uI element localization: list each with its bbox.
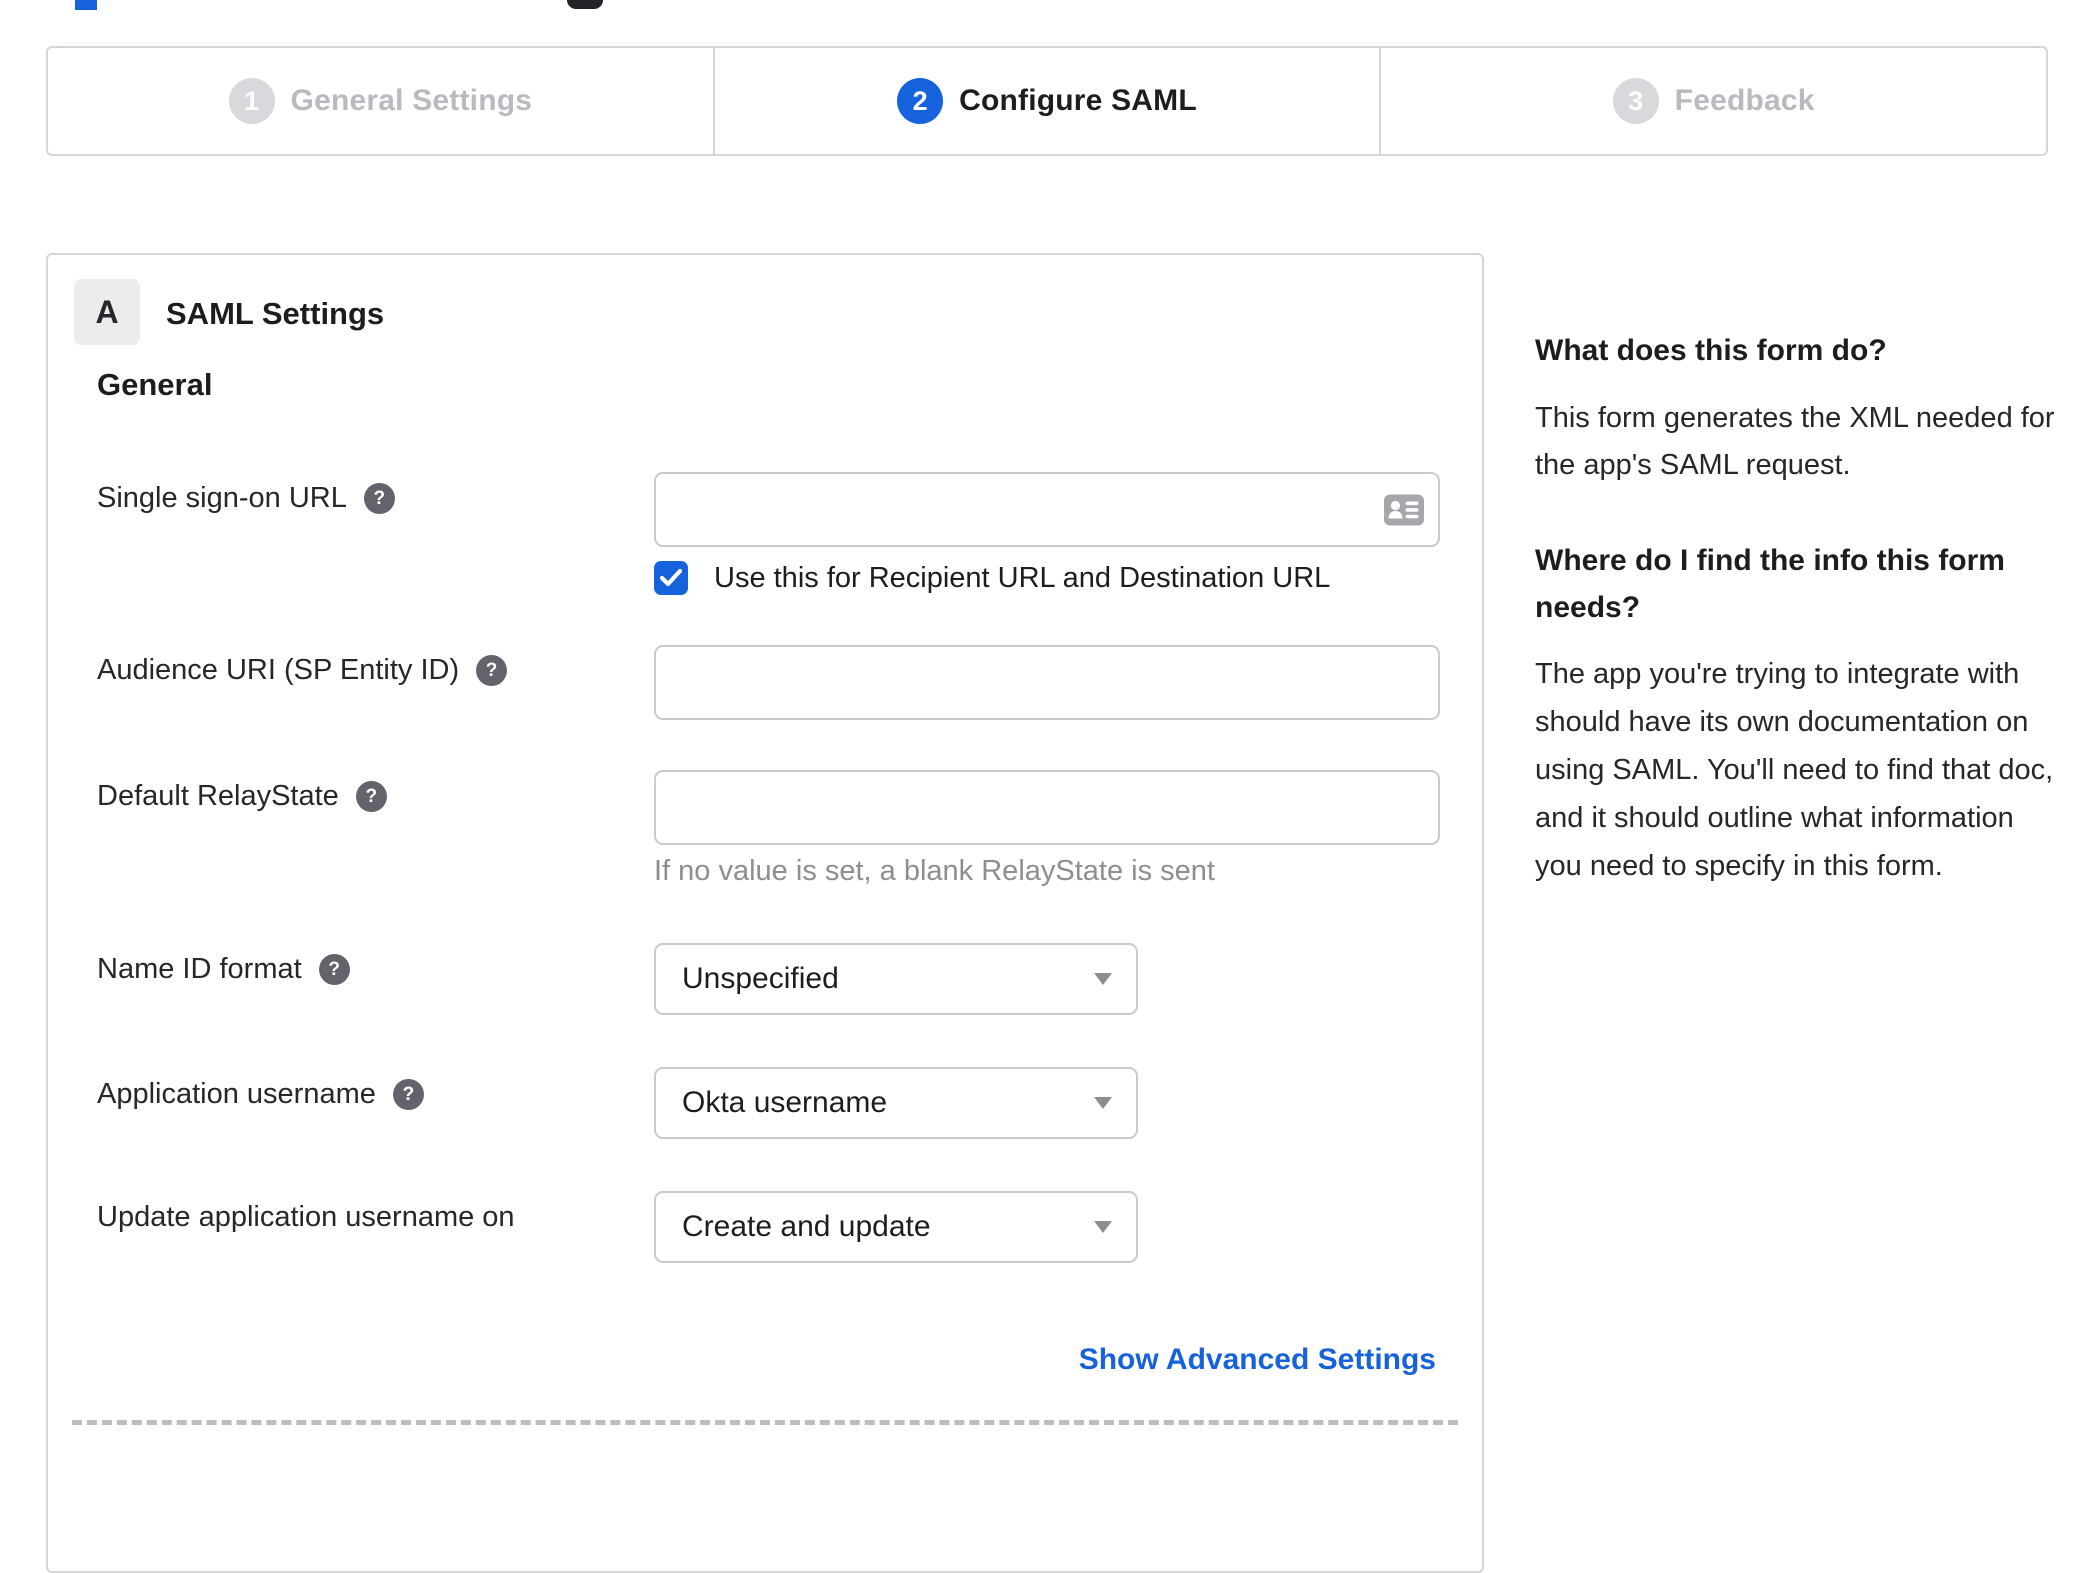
sso-url-input[interactable]	[654, 472, 1440, 547]
sso-url-input-wrap	[654, 472, 1440, 547]
stepper-step-configure-saml: 2 Configure SAML	[712, 48, 1380, 154]
sso-url-label: Single sign-on URL	[97, 482, 347, 514]
help-icon[interactable]: ?	[318, 954, 350, 985]
name-id-format-label-row: Name ID format ?	[97, 953, 350, 986]
audience-uri-label-row: Audience URI (SP Entity ID) ?	[97, 654, 508, 687]
contact-card-icon[interactable]	[1384, 494, 1424, 525]
general-group-heading: General	[97, 367, 213, 402]
update-username-label-row: Update application username on	[97, 1201, 515, 1234]
name-id-format-value: Unspecified	[682, 962, 839, 995]
help-icon[interactable]: ?	[476, 655, 508, 686]
chevron-down-icon	[1094, 973, 1112, 985]
help-icon[interactable]: ?	[355, 781, 387, 812]
stepper-step-feedback: 3 Feedback	[1379, 48, 2046, 154]
step-number-badge: 1	[228, 78, 275, 124]
wizard-stepper: 1 General Settings 2 Configure SAML 3 Fe…	[46, 46, 2048, 156]
sidebar-heading-what: What does this form do?	[1535, 334, 1887, 367]
app-username-select[interactable]: Okta username	[654, 1067, 1138, 1139]
app-username-value: Okta username	[682, 1086, 888, 1119]
update-username-select[interactable]: Create and update	[654, 1191, 1138, 1263]
section-title: SAML Settings	[166, 296, 385, 331]
checkmark-icon	[660, 569, 682, 587]
sidebar-body-what: This form generates the XML needed for t…	[1535, 401, 2055, 482]
saml-settings-panel: A SAML Settings General Single sign-on U…	[46, 253, 1484, 1573]
audience-uri-input[interactable]	[654, 645, 1440, 720]
relaystate-label-row: Default RelayState ?	[97, 780, 387, 813]
audience-uri-input-wrap	[654, 645, 1440, 720]
show-advanced-settings-link[interactable]: Show Advanced Settings	[1079, 1343, 1436, 1377]
update-username-label: Update application username on	[97, 1201, 515, 1233]
relaystate-hint: If no value is set, a blank RelayState i…	[654, 855, 1215, 887]
step-label: Feedback	[1674, 84, 1815, 117]
audience-uri-label: Audience URI (SP Entity ID)	[97, 654, 460, 686]
chevron-down-icon	[1094, 1097, 1112, 1109]
sidebar-heading-where: Where do I find the info this form needs…	[1535, 544, 2005, 624]
section-a-badge: A	[74, 279, 140, 345]
sidebar-body-where: The app you're trying to integrate with …	[1535, 658, 2054, 882]
app-username-label: Application username	[97, 1078, 376, 1110]
step-number-badge: 2	[897, 78, 944, 124]
recipient-url-checkbox-label: Use this for Recipient URL and Destinati…	[714, 561, 1331, 594]
step-label: General Settings	[290, 84, 533, 117]
help-icon[interactable]: ?	[363, 483, 395, 514]
recipient-url-checkbox-row: Use this for Recipient URL and Destinati…	[654, 561, 1330, 595]
relaystate-input-wrap	[654, 770, 1440, 845]
name-id-format-label: Name ID format	[97, 953, 302, 985]
app-username-label-row: Application username ?	[97, 1078, 424, 1111]
chevron-down-icon	[1094, 1221, 1112, 1233]
step-number-badge: 3	[1612, 78, 1659, 124]
relaystate-input[interactable]	[654, 770, 1440, 845]
help-icon[interactable]: ?	[392, 1079, 424, 1110]
dashed-section-divider	[72, 1420, 1458, 1425]
update-username-value: Create and update	[682, 1210, 931, 1243]
cutoff-dark-icon-fragment	[567, 0, 603, 9]
help-sidebar: What does this form do? This form genera…	[1535, 328, 2055, 938]
sso-url-label-row: Single sign-on URL ?	[97, 482, 395, 515]
step-label: Configure SAML	[959, 84, 1197, 117]
name-id-format-select[interactable]: Unspecified	[654, 943, 1138, 1015]
cutoff-blue-fragment	[75, 0, 97, 10]
recipient-url-checkbox[interactable]	[654, 561, 688, 595]
relaystate-label: Default RelayState	[97, 780, 339, 812]
stepper-step-general-settings: 1 General Settings	[48, 48, 713, 154]
